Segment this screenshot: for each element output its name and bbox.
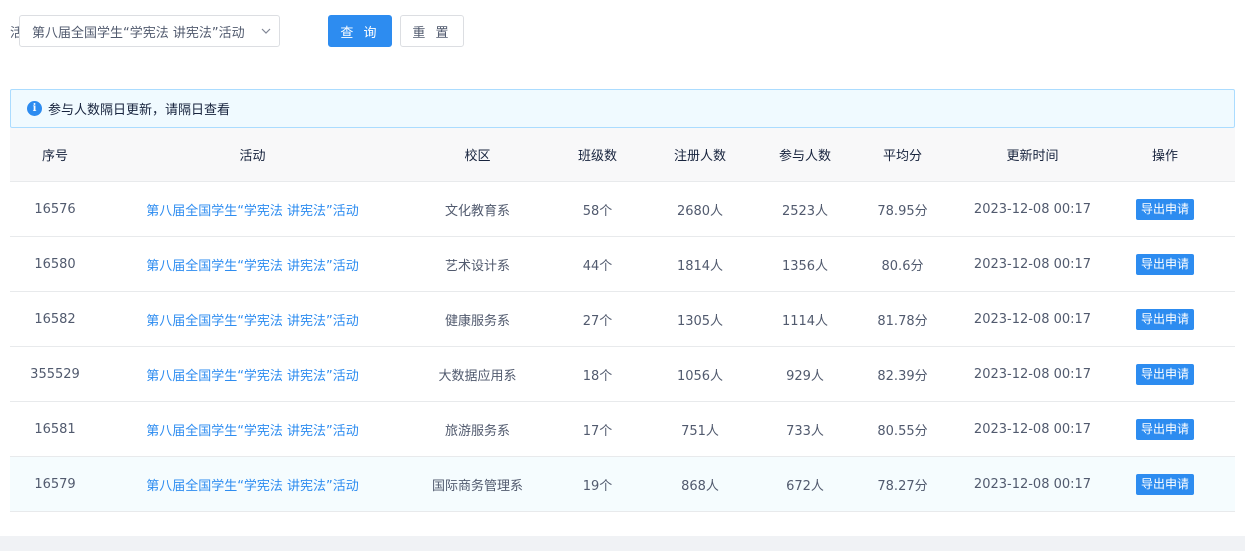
cell-avg-score: 78.95分 [877, 203, 928, 219]
header-updated: 更新时间 [1006, 149, 1059, 164]
chevron-down-icon [261, 26, 271, 36]
cell-campus: 文化教育系 [444, 203, 510, 219]
cell-campus: 大数据应用系 [438, 368, 517, 384]
activity-link[interactable]: 第八届全国学生“学宪法 讲宪法”活动 [146, 420, 359, 439]
page: 活动 第八届全国学生“学宪法 讲宪法”活动 查 询 重 置 i 参与人数隔日更新… [0, 0, 1245, 551]
cell-registered: 1814人 [676, 258, 724, 274]
cell-campus: 艺术设计系 [444, 258, 510, 274]
cell-updated: 2023-12-08 00:17 [973, 366, 1092, 382]
header-avg-score: 平均分 [882, 149, 922, 164]
reset-button[interactable]: 重 置 [400, 15, 464, 47]
cell-id: 16582 [34, 311, 76, 327]
cell-participants: 733人 [786, 423, 824, 439]
cell-id: 16581 [34, 421, 76, 437]
header-participants: 参与人数 [778, 149, 831, 164]
cell-updated: 2023-12-08 00:17 [973, 201, 1092, 217]
cell-classes: 27个 [582, 313, 613, 329]
cell-avg-score: 80.6分 [881, 258, 924, 274]
export-request-button[interactable]: 导出申请 [1135, 308, 1194, 330]
export-request-button[interactable]: 导出申请 [1135, 418, 1194, 440]
table-row: 16579 第八届全国学生“学宪法 讲宪法”活动 国际商务管理系 19个 868… [10, 457, 1235, 512]
cell-classes: 58个 [582, 203, 613, 219]
cell-participants: 672人 [786, 478, 824, 494]
query-button[interactable]: 查 询 [328, 15, 392, 47]
export-request-button[interactable]: 导出申请 [1135, 363, 1194, 385]
notice-text: 参与人数隔日更新，请隔日查看 [48, 103, 231, 118]
cell-participants: 929人 [786, 368, 824, 384]
cell-classes: 18个 [582, 368, 613, 384]
table-row: 16576 第八届全国学生“学宪法 讲宪法”活动 文化教育系 58个 2680人… [10, 182, 1235, 237]
footer-band [0, 536, 1245, 551]
cell-id: 16579 [34, 476, 76, 492]
export-request-button[interactable]: 导出申请 [1135, 198, 1194, 220]
cell-participants: 2523人 [781, 203, 829, 219]
info-icon: i [27, 101, 42, 116]
cell-registered: 2680人 [676, 203, 724, 219]
activity-select-value: 第八届全国学生“学宪法 讲宪法”活动 [32, 25, 245, 41]
cell-registered: 1305人 [676, 313, 724, 329]
cell-id: 16580 [34, 256, 76, 272]
cell-updated: 2023-12-08 00:17 [973, 421, 1092, 437]
cell-campus: 国际商务管理系 [431, 478, 523, 494]
cell-avg-score: 82.39分 [877, 368, 928, 384]
cell-campus: 健康服务系 [444, 313, 510, 329]
cell-classes: 17个 [582, 423, 613, 439]
table-header: 序号 活动 校区 班级数 注册人数 参与人数 平均分 更新时间 操作 [10, 128, 1235, 182]
cell-classes: 19个 [582, 478, 613, 494]
cell-updated: 2023-12-08 00:17 [973, 476, 1092, 492]
cell-participants: 1356人 [781, 258, 829, 274]
export-request-button[interactable]: 导出申请 [1135, 473, 1194, 495]
cell-id: 355529 [30, 366, 80, 382]
header-registered: 注册人数 [673, 149, 726, 164]
cell-id: 16576 [34, 201, 76, 217]
activity-link[interactable]: 第八届全国学生“学宪法 讲宪法”活动 [146, 310, 359, 329]
cell-avg-score: 81.78分 [877, 313, 928, 329]
table-row: 16581 第八届全国学生“学宪法 讲宪法”活动 旅游服务系 17个 751人 … [10, 402, 1235, 457]
notice-banner: i 参与人数隔日更新，请隔日查看 [10, 89, 1235, 128]
activity-link[interactable]: 第八届全国学生“学宪法 讲宪法”活动 [146, 365, 359, 384]
cell-registered: 751人 [681, 423, 719, 439]
activity-link[interactable]: 第八届全国学生“学宪法 讲宪法”活动 [146, 255, 359, 274]
cell-classes: 44个 [582, 258, 613, 274]
activity-select[interactable]: 第八届全国学生“学宪法 讲宪法”活动 [19, 15, 280, 47]
export-request-button[interactable]: 导出申请 [1135, 253, 1194, 275]
header-activity: 活动 [239, 149, 266, 164]
cell-registered: 1056人 [676, 368, 724, 384]
table-row: 16580 第八届全国学生“学宪法 讲宪法”活动 艺术设计系 44个 1814人… [10, 237, 1235, 292]
header-actions: 操作 [1151, 149, 1178, 164]
activity-link[interactable]: 第八届全国学生“学宪法 讲宪法”活动 [146, 475, 359, 494]
activity-link[interactable]: 第八届全国学生“学宪法 讲宪法”活动 [146, 200, 359, 219]
header-campus: 校区 [464, 149, 491, 164]
cell-updated: 2023-12-08 00:17 [973, 256, 1092, 272]
cell-participants: 1114人 [781, 313, 829, 329]
cell-campus: 旅游服务系 [444, 423, 510, 439]
cell-updated: 2023-12-08 00:17 [973, 311, 1092, 327]
table-row: 355529 第八届全国学生“学宪法 讲宪法”活动 大数据应用系 18个 105… [10, 347, 1235, 402]
cell-avg-score: 80.55分 [877, 423, 928, 439]
stats-table: 序号 活动 校区 班级数 注册人数 参与人数 平均分 更新时间 操作 16576… [10, 128, 1235, 512]
cell-avg-score: 78.27分 [877, 478, 928, 494]
cell-registered: 868人 [681, 478, 719, 494]
header-classes: 班级数 [577, 149, 617, 164]
header-id: 序号 [41, 149, 68, 164]
table-row: 16582 第八届全国学生“学宪法 讲宪法”活动 健康服务系 27个 1305人… [10, 292, 1235, 347]
